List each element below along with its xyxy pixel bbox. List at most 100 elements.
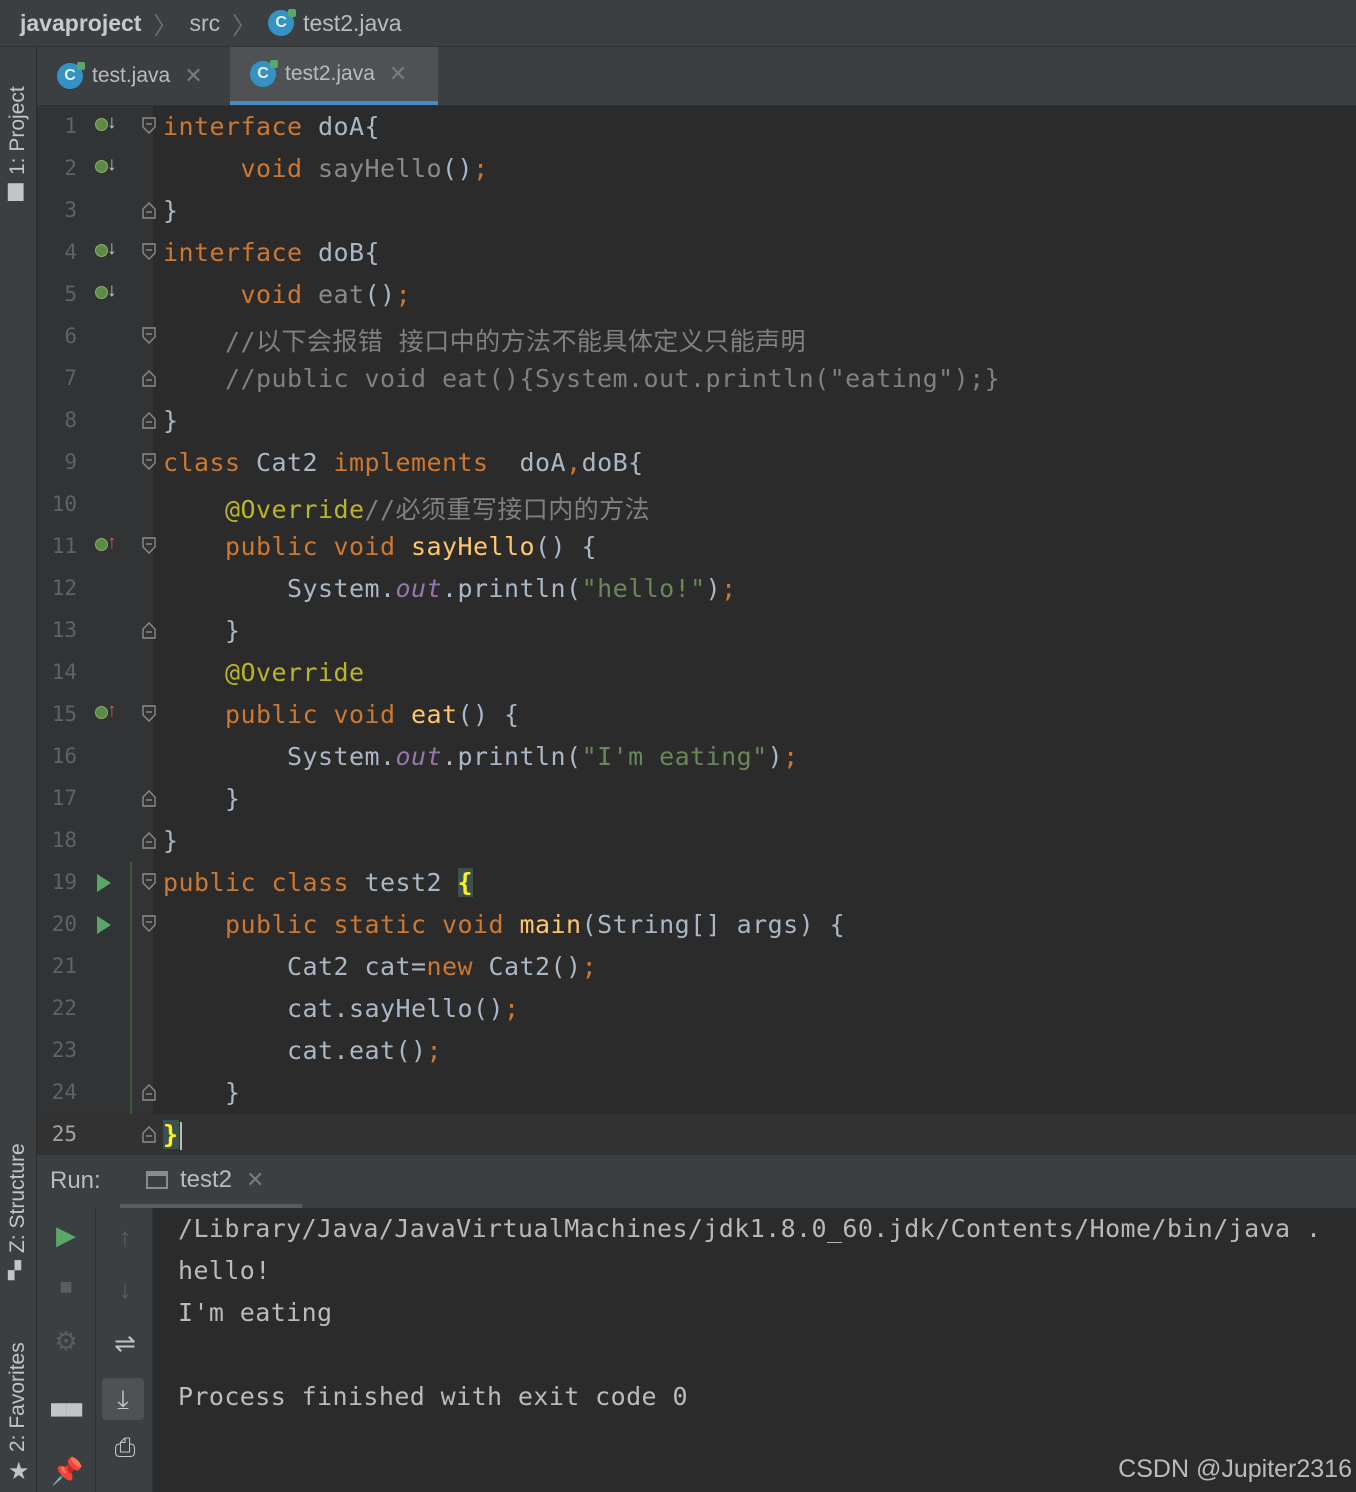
code-line[interactable]: 25} [37, 1114, 1356, 1156]
code-line[interactable]: 6 //以下会报错 接口中的方法不能具体定义只能声明 [37, 316, 1356, 358]
code-line[interactable]: 12 System.out.println("hello!"); [37, 568, 1356, 610]
fold-open-icon[interactable] [142, 705, 156, 723]
restore-layout-icon[interactable]: ⚙ [51, 1326, 81, 1356]
scroll-to-end-icon[interactable]: ⤓ [102, 1378, 144, 1420]
line-number[interactable]: 6 [37, 324, 77, 348]
tab-test2-java[interactable]: C test2.java ✕ [230, 47, 438, 105]
line-number[interactable]: 21 [37, 954, 77, 978]
run-label: Run: [50, 1167, 101, 1194]
line-number[interactable]: 3 [37, 198, 77, 222]
console-output[interactable]: /Library/Java/JavaVirtualMachines/jdk1.8… [153, 1208, 1356, 1492]
code-line[interactable]: 17 } [37, 778, 1356, 820]
implemented-icon[interactable]: ↓ [93, 154, 119, 181]
fold-close-icon[interactable] [142, 411, 156, 429]
line-number[interactable]: 2 [37, 156, 77, 180]
arrow-down-icon[interactable]: ↓ [110, 1274, 140, 1304]
line-number[interactable]: 18 [37, 828, 77, 852]
code-line[interactable]: 21 Cat2 cat=new Cat2(); [37, 946, 1356, 988]
print-icon[interactable]: ⎙ [110, 1432, 140, 1462]
breadcrumb-file[interactable]: C test2.java [268, 9, 402, 37]
layout-icon[interactable]: ▄▄ [51, 1388, 82, 1418]
fold-close-icon[interactable] [142, 369, 156, 387]
run-gutter-icon[interactable] [97, 874, 111, 892]
fold-close-icon[interactable] [142, 789, 156, 807]
code-line[interactable]: 23 cat.eat(); [37, 1030, 1356, 1072]
fold-close-icon[interactable] [142, 1083, 156, 1101]
line-number[interactable]: 24 [37, 1080, 77, 1104]
implements-icon[interactable]: ↑ [93, 532, 119, 559]
line-number[interactable]: 22 [37, 996, 77, 1020]
fold-open-icon[interactable] [142, 537, 156, 555]
code-line[interactable]: 19 public class test2 { [37, 862, 1356, 904]
breadcrumb-project[interactable]: javaproject [20, 10, 141, 37]
fold-open-icon[interactable] [142, 327, 156, 345]
line-number[interactable]: 7 [37, 366, 77, 390]
code-line[interactable]: 7 //public void eat(){System.out.println… [37, 358, 1356, 400]
code-line[interactable]: 15 ↑ public void eat() { [37, 694, 1356, 736]
fold-open-icon[interactable] [142, 243, 156, 261]
code-line[interactable]: 8} [37, 400, 1356, 442]
code-line[interactable]: 1 ↓ interface doA{ [37, 106, 1356, 148]
fold-close-icon[interactable] [142, 201, 156, 219]
implements-icon[interactable]: ↑ [93, 700, 119, 727]
fold-close-icon[interactable] [142, 831, 156, 849]
code-line[interactable]: 22 cat.sayHello(); [37, 988, 1356, 1030]
line-number[interactable]: 23 [37, 1038, 77, 1062]
code-line[interactable]: 13 } [37, 610, 1356, 652]
line-number[interactable]: 1 [37, 114, 77, 138]
soft-wrap-icon[interactable]: ⇌ [110, 1328, 140, 1358]
line-number[interactable]: 16 [37, 744, 77, 768]
stop-icon[interactable]: ■ [51, 1272, 81, 1302]
line-number[interactable]: 9 [37, 450, 77, 474]
code-line[interactable]: 14 @Override [37, 652, 1356, 694]
line-number[interactable]: 25 [37, 1122, 77, 1146]
fold-open-icon[interactable] [142, 915, 156, 933]
line-number[interactable]: 19 [37, 870, 77, 894]
fold-open-icon[interactable] [142, 453, 156, 471]
line-number[interactable]: 10 [37, 492, 77, 516]
code-line[interactable]: 9 class Cat2 implements doA,doB{ [37, 442, 1356, 484]
code-editor[interactable]: 1 ↓ interface doA{2 ↓ void sayHello(); 3} 4 ↓ i… [37, 106, 1356, 1156]
fold-open-icon[interactable] [142, 117, 156, 135]
structure-tool-button[interactable]: Z: Structure [6, 1143, 30, 1253]
fold-open-icon[interactable] [142, 873, 156, 891]
code-line[interactable]: 2 ↓ void sayHello(); [37, 148, 1356, 190]
line-number[interactable]: 14 [37, 660, 77, 684]
code-line[interactable]: 18} [37, 820, 1356, 862]
run-gutter-icon[interactable] [97, 916, 111, 934]
line-number[interactable]: 17 [37, 786, 77, 810]
favorites-tool-button[interactable]: 2: Favorites [6, 1342, 30, 1452]
run-tab-test2[interactable]: test2 ✕ [120, 1155, 302, 1208]
code-line[interactable]: 10 @Override//必须重写接口内的方法 [37, 484, 1356, 526]
fold-close-icon[interactable] [142, 1125, 156, 1143]
line-number[interactable]: 15 [37, 702, 77, 726]
breadcrumb-folder[interactable]: src [189, 10, 220, 37]
close-icon[interactable]: ✕ [184, 63, 202, 89]
code-line[interactable]: 11 ↑ public void sayHello() { [37, 526, 1356, 568]
line-number[interactable]: 12 [37, 576, 77, 600]
implemented-icon[interactable]: ↓ [93, 112, 119, 139]
code-line[interactable]: 3} [37, 190, 1356, 232]
code-line[interactable]: 5 ↓ void eat(); [37, 274, 1356, 316]
line-number[interactable]: 8 [37, 408, 77, 432]
line-number[interactable]: 5 [37, 282, 77, 306]
code-line[interactable]: 24 } [37, 1072, 1356, 1114]
code-line[interactable]: 20 public static void main(String[] args… [37, 904, 1356, 946]
code-line[interactable]: 4 ↓ interface doB{ [37, 232, 1356, 274]
pin-icon[interactable]: 📌 [51, 1456, 83, 1486]
close-icon[interactable]: ✕ [246, 1167, 264, 1193]
line-number[interactable]: 13 [37, 618, 77, 642]
line-number[interactable]: 20 [37, 912, 77, 936]
rerun-icon[interactable]: ▶ [51, 1220, 81, 1250]
implemented-icon[interactable]: ↓ [93, 280, 119, 307]
line-number[interactable]: 4 [37, 240, 77, 264]
fold-close-icon[interactable] [142, 621, 156, 639]
code-text: } [163, 826, 179, 855]
code-line[interactable]: 16 System.out.println("I'm eating"); [37, 736, 1356, 778]
line-number[interactable]: 11 [37, 534, 77, 558]
implemented-icon[interactable]: ↓ [93, 238, 119, 265]
tab-test-java[interactable]: C test.java ✕ [37, 47, 230, 105]
arrow-up-icon[interactable]: ↑ [110, 1222, 140, 1252]
close-icon[interactable]: ✕ [389, 61, 407, 87]
project-tool-button[interactable]: 1: Project [6, 86, 30, 175]
